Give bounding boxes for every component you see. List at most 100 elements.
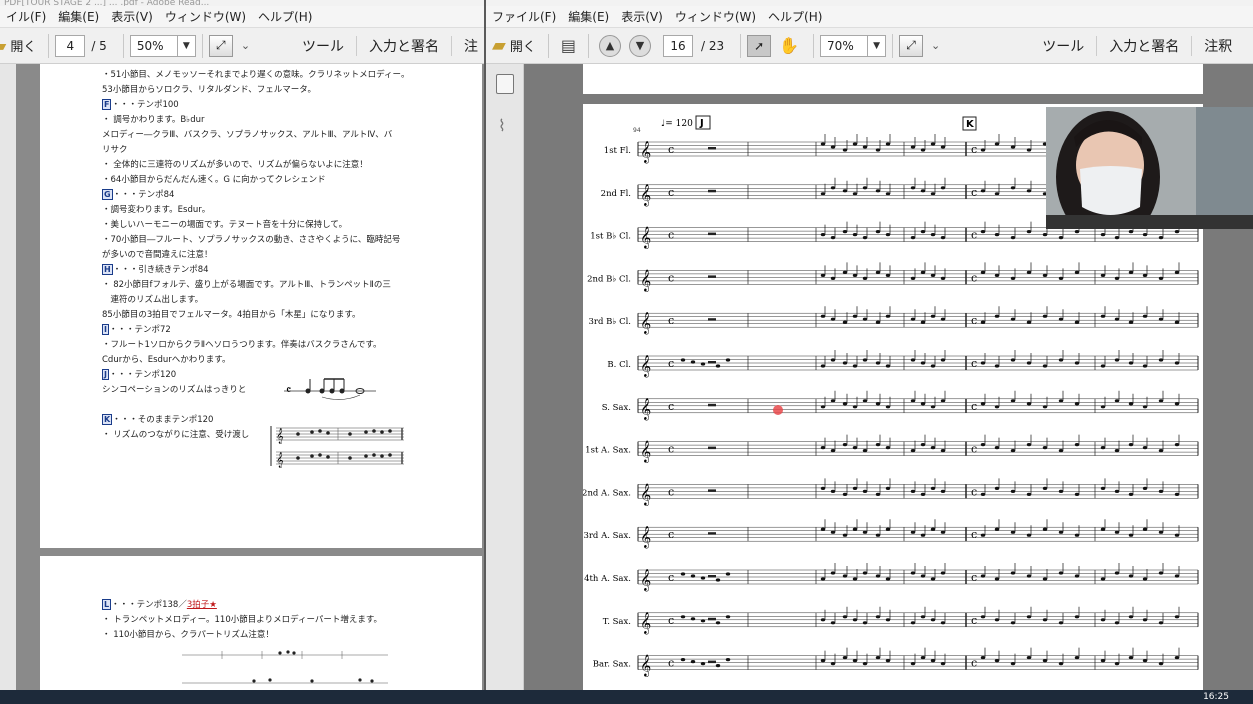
instrument-label: 3rd A. Sax. xyxy=(583,531,631,541)
document-view[interactable]: ・51小節目、メノモッソーそれまでより遅くの意味。クラリネットメロディー。 53小… xyxy=(0,64,484,690)
menu-window[interactable]: ウィンドウ(W) xyxy=(159,8,252,25)
page-number-input[interactable]: 16 xyxy=(662,34,693,57)
note-head xyxy=(1158,236,1164,240)
menu-file[interactable]: イル(F) xyxy=(0,8,52,25)
note-head xyxy=(842,361,848,365)
menu-window[interactable]: ウィンドウ(W) xyxy=(669,8,762,25)
zoom-dropdown-icon[interactable]: ▼ xyxy=(868,34,887,57)
note-head xyxy=(885,314,891,318)
toolbar-more-icon[interactable]: ⌄ xyxy=(241,39,250,52)
note-head xyxy=(852,527,858,531)
note-head xyxy=(842,492,848,496)
note-head xyxy=(1026,574,1032,578)
treble-clef: 𝄞 xyxy=(640,312,651,335)
note-head xyxy=(862,399,868,403)
note-head xyxy=(1114,662,1120,666)
note-head xyxy=(875,443,881,447)
folder-icon: ▰ xyxy=(492,35,506,56)
note-head xyxy=(1142,273,1148,277)
note-head xyxy=(830,530,836,534)
note-head xyxy=(1010,449,1016,453)
note-head xyxy=(980,189,986,193)
note-head xyxy=(1042,659,1048,663)
note-head xyxy=(940,276,946,280)
instrument-label: 3rd B♭ Cl. xyxy=(589,317,632,327)
note-head xyxy=(1074,402,1080,406)
fill-sign-button[interactable]: 入力と署名 xyxy=(1096,35,1191,56)
note-head xyxy=(862,530,868,534)
note-head xyxy=(1174,402,1180,406)
open-button[interactable]: ▰ 開く xyxy=(486,32,542,60)
note-head xyxy=(862,276,868,280)
note-head xyxy=(680,615,686,619)
page-thumbnails-icon[interactable] xyxy=(496,74,514,94)
menu-edit[interactable]: 編集(E) xyxy=(52,8,105,25)
page-total: / 23 xyxy=(700,38,725,53)
toolbar-more-icon[interactable]: ⌄ xyxy=(931,39,940,52)
zoom-input[interactable]: 70% xyxy=(820,34,869,57)
zoom-dropdown-icon[interactable]: ▼ xyxy=(177,34,196,57)
menu-edit[interactable]: 編集(E) xyxy=(562,8,615,25)
note-head xyxy=(885,618,891,622)
next-page-icon[interactable]: ▼ xyxy=(628,34,651,57)
note-head xyxy=(1010,276,1016,280)
note-head xyxy=(1114,276,1120,280)
note-head xyxy=(875,270,881,274)
comment-button[interactable]: 注 xyxy=(451,35,478,56)
menu-view[interactable]: 表示(V) xyxy=(615,8,669,25)
hand-tool-icon[interactable]: ✋ xyxy=(771,36,807,55)
tools-button[interactable]: ツール xyxy=(290,36,356,56)
note-head xyxy=(700,576,706,580)
note-head xyxy=(1010,662,1016,666)
note-head xyxy=(980,230,986,234)
note-head xyxy=(1058,317,1064,321)
comment-button[interactable]: 注釈 xyxy=(1191,35,1232,56)
fit-page-icon[interactable]: ⤢ xyxy=(208,34,233,57)
note-head xyxy=(1128,402,1134,406)
note-head xyxy=(875,492,881,496)
note-head xyxy=(910,276,916,280)
instrument-label: 2nd B♭ Cl. xyxy=(587,274,631,284)
note-head xyxy=(862,186,868,190)
zoom-input[interactable]: 50% xyxy=(129,34,178,57)
menu-view[interactable]: 表示(V) xyxy=(105,8,159,25)
note-head xyxy=(1100,364,1106,368)
note-head xyxy=(862,662,868,666)
note-head xyxy=(980,533,986,537)
common-time: c xyxy=(971,186,977,199)
menu-help[interactable]: ヘルプ(H) xyxy=(252,8,318,25)
rehearsal-mark: K xyxy=(102,414,113,425)
tools-button[interactable]: ツール xyxy=(1030,36,1096,56)
note-head xyxy=(1100,446,1106,450)
note-head xyxy=(930,314,936,318)
note-line: G ・・・テンポ84 xyxy=(102,188,482,203)
open-button[interactable]: ▰ 開く xyxy=(0,32,42,60)
fit-page-icon[interactable]: ⤢ xyxy=(899,34,924,57)
note-head xyxy=(1074,443,1080,447)
rehearsal-mark: J xyxy=(102,369,109,380)
note-head xyxy=(940,621,946,625)
select-cursor-icon[interactable]: ➚ xyxy=(747,34,772,57)
note-head xyxy=(842,148,848,152)
note-head xyxy=(1026,533,1032,537)
menu-help[interactable]: ヘルプ(H) xyxy=(762,8,828,25)
previous-page-icon[interactable]: ▲ xyxy=(598,34,621,57)
menu-file[interactable]: ファイル(F) xyxy=(486,8,562,25)
note-head xyxy=(852,364,858,368)
print-icon[interactable]: ▤ xyxy=(555,36,582,55)
common-time: c xyxy=(971,314,977,327)
note-head xyxy=(994,618,1000,622)
note-head xyxy=(930,446,936,450)
attachment-icon[interactable]: ⌇ xyxy=(498,116,506,135)
note-head xyxy=(940,489,946,493)
note-head xyxy=(680,572,686,576)
note-head xyxy=(1128,361,1134,365)
note-head xyxy=(930,273,936,277)
fill-sign-button[interactable]: 入力と署名 xyxy=(356,35,451,56)
page-number-input[interactable]: 4 xyxy=(55,34,86,57)
note-head xyxy=(1010,489,1016,493)
note-head xyxy=(980,270,986,274)
note-head xyxy=(920,574,926,578)
note-head xyxy=(885,405,891,409)
note-line: ・フルート1ソロからクラⅡヘソロうつります。伴奏はバスクラさんです。 xyxy=(102,340,382,350)
